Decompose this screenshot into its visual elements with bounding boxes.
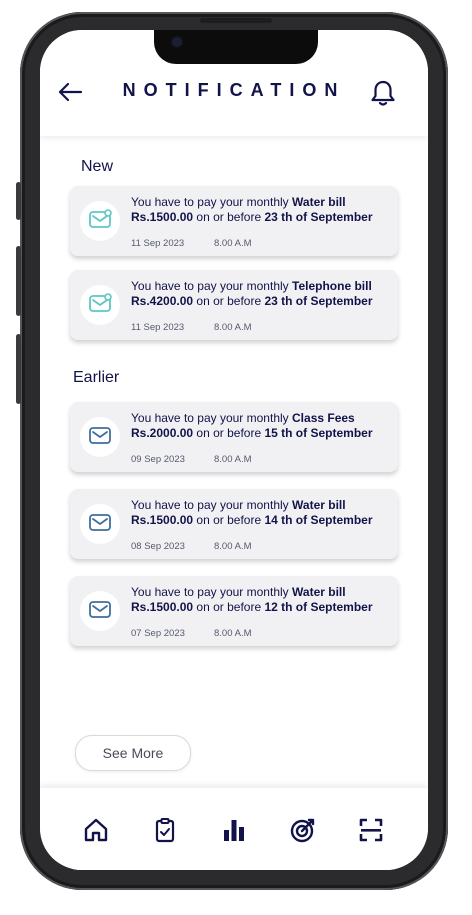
bill-name: Telephone bill <box>292 279 372 293</box>
bill-amount: Rs.4200.00 <box>131 294 194 308</box>
notification-message: You have to pay your monthly Telephone b… <box>131 279 395 309</box>
notification-meta: 07 Sep 2023 8.00 A.M <box>131 628 252 639</box>
notification-meta: 11 Sep 2023 8.00 A.M <box>131 322 252 333</box>
notification-message: You have to pay your monthly Water bill … <box>131 585 395 615</box>
notch <box>154 30 318 64</box>
message-prefix: You have to pay your monthly <box>131 498 289 512</box>
notification-date: 07 Sep 2023 <box>131 628 185 639</box>
bell-icon <box>371 80 395 106</box>
bill-name: Water bill <box>292 498 346 512</box>
due-date: 23 th of September <box>264 210 373 224</box>
message-prefix: You have to pay your monthly <box>131 585 289 599</box>
message-prefix: You have to pay your monthly <box>131 195 289 209</box>
notification-meta: 08 Sep 2023 8.00 A.M <box>131 541 252 552</box>
message-prefix: You have to pay your monthly <box>131 411 289 425</box>
nav-tasks-button[interactable] <box>150 815 180 845</box>
message-prefix: You have to pay your monthly <box>131 279 289 293</box>
mute-switch <box>16 182 21 220</box>
volume-up-button <box>16 246 21 316</box>
bill-name: Water bill <box>292 585 346 599</box>
notification-time: 8.00 A.M <box>214 628 252 639</box>
due-date: 12 th of September <box>264 600 373 614</box>
mail-icon <box>88 597 112 625</box>
notification-icon-wrap <box>80 591 120 631</box>
message-mid: on or before <box>196 426 262 440</box>
notification-card[interactable]: You have to pay your monthly Water bill … <box>70 489 398 559</box>
bottom-nav <box>40 788 428 870</box>
notification-card[interactable]: You have to pay your monthly Water bill … <box>70 186 398 256</box>
bill-name: Class Fees <box>292 411 355 425</box>
notification-date: 11 Sep 2023 <box>131 238 185 249</box>
notification-time: 8.00 A.M <box>214 454 252 465</box>
notification-meta: 11 Sep 2023 8.00 A.M <box>131 238 252 249</box>
bill-amount: Rs.1500.00 <box>131 513 194 527</box>
target-icon <box>290 818 315 843</box>
notifications-button[interactable] <box>368 78 398 108</box>
see-more-button[interactable]: See More <box>75 735 191 771</box>
due-date: 14 th of September <box>264 513 373 527</box>
mail-icon <box>88 423 112 451</box>
notification-date: 08 Sep 2023 <box>131 541 185 552</box>
message-mid: on or before <box>196 513 262 527</box>
message-mid: on or before <box>196 210 262 224</box>
notification-time: 8.00 A.M <box>214 322 252 333</box>
notification-message: You have to pay your monthly Class Fees … <box>131 411 395 441</box>
notification-icon-wrap <box>80 504 120 544</box>
volume-down-button <box>16 334 21 404</box>
notification-card[interactable]: You have to pay your monthly Class Fees … <box>70 402 398 472</box>
clipboard-check-icon <box>155 818 175 843</box>
notification-time: 8.00 A.M <box>214 238 252 249</box>
nav-goals-button[interactable] <box>288 815 318 845</box>
mail-unread-icon <box>88 291 112 319</box>
scan-icon <box>359 818 383 842</box>
notification-icon-wrap <box>80 201 120 241</box>
message-mid: on or before <box>196 294 262 308</box>
due-date: 23 th of September <box>264 294 373 308</box>
front-camera <box>172 37 182 47</box>
notification-date: 11 Sep 2023 <box>131 322 185 333</box>
section-title-earlier: Earlier <box>73 369 120 386</box>
notification-time: 8.00 A.M <box>214 541 252 552</box>
notification-message: You have to pay your monthly Water bill … <box>131 498 395 528</box>
message-mid: on or before <box>196 600 262 614</box>
bill-amount: Rs.1500.00 <box>131 210 194 224</box>
notification-date: 09 Sep 2023 <box>131 454 185 465</box>
notification-card[interactable]: You have to pay your monthly Telephone b… <box>70 270 398 340</box>
notification-icon-wrap <box>80 417 120 457</box>
notification-icon-wrap <box>80 285 120 325</box>
nav-scan-button[interactable] <box>356 815 386 845</box>
screen: NOTIFICATION New Earlier You have to pay… <box>40 30 428 870</box>
bill-amount: Rs.2000.00 <box>131 426 194 440</box>
nav-home-button[interactable] <box>81 815 111 845</box>
notification-message: You have to pay your monthly Water bill … <box>131 195 395 225</box>
mail-unread-icon <box>88 207 112 235</box>
due-date: 15 th of September <box>264 426 373 440</box>
section-title-new: New <box>81 158 114 175</box>
mail-icon <box>88 510 112 538</box>
bill-amount: Rs.1500.00 <box>131 600 194 614</box>
speaker <box>200 18 272 23</box>
notification-meta: 09 Sep 2023 8.00 A.M <box>131 454 252 465</box>
bar-chart-icon <box>224 820 244 841</box>
nav-stats-button[interactable] <box>219 815 249 845</box>
bill-name: Water bill <box>292 195 346 209</box>
notification-card[interactable]: You have to pay your monthly Water bill … <box>70 576 398 646</box>
home-icon <box>84 818 108 842</box>
